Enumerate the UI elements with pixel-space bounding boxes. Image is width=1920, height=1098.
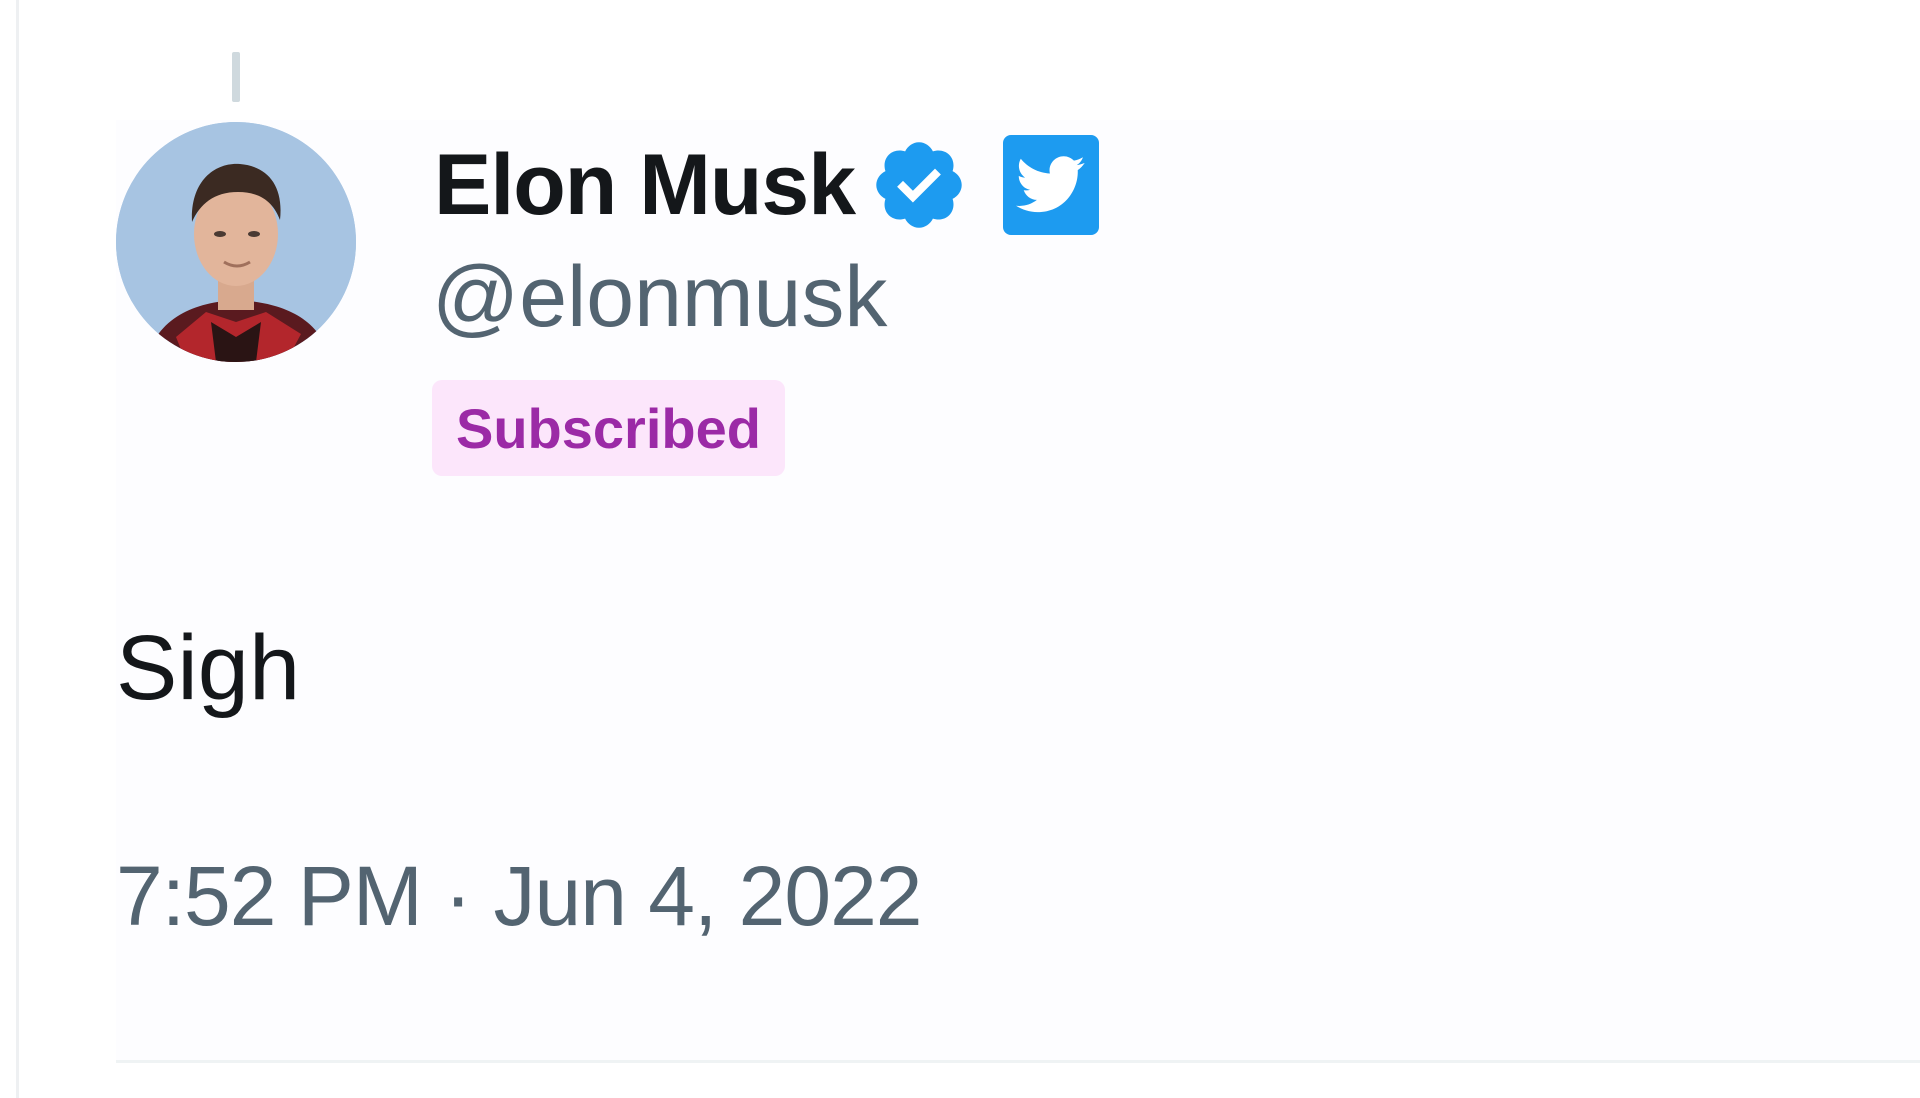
affiliation-badge[interactable] [1003,135,1100,235]
avatar[interactable] [116,122,356,362]
tweet-timestamp[interactable]: 7:52 PM · Jun 4, 2022 [116,850,923,943]
avatar-image [116,122,356,362]
divider [116,1060,1920,1063]
subscribed-badge: Subscribed [432,380,785,476]
verified-badge-icon[interactable] [869,135,969,235]
author-display-name[interactable]: Elon Musk [434,142,856,228]
author-name-row: Elon Musk [434,130,1100,240]
tweet-text: Sigh [116,617,301,719]
twitter-bird-icon [1016,156,1085,213]
author-handle[interactable]: @elonmusk [432,250,887,345]
tweet-detail-view: Elon Musk @elonmusk Subscribed Sigh 7:52… [0,0,1920,1098]
thread-connector-line [232,52,240,102]
column-border [16,0,19,1098]
